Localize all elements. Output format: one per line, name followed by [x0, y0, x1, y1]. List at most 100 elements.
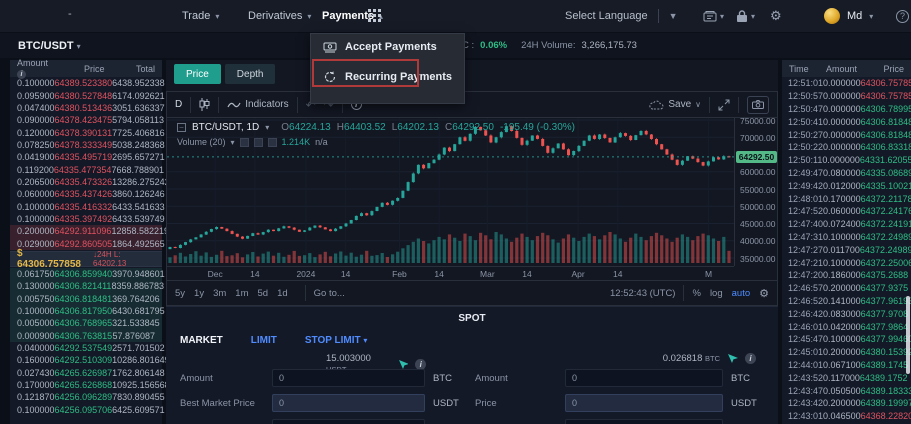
trade-row: 12:43:470.05050064389.183330	[782, 384, 911, 397]
orderbook-bid-row[interactable]: 0.10000064256.0957066425.609571	[10, 404, 162, 416]
logo: -	[68, 8, 72, 20]
range-5y[interactable]: 5y	[175, 288, 185, 299]
settings-icon[interactable]	[254, 138, 263, 147]
orders-menu[interactable]: ▾	[703, 0, 724, 32]
orderbook-ask-row[interactable]: 0.10000064335.3974926433.539749	[10, 213, 162, 225]
orderbook-bid-row[interactable]: 0.16000064292.51030910286.801649	[10, 354, 162, 366]
tab-depth[interactable]: Depth	[225, 64, 276, 84]
menu-item-accept-payments[interactable]: Accept Payments	[311, 34, 464, 60]
screenshot-button[interactable]	[747, 96, 769, 114]
sell-total-input[interactable]	[565, 419, 723, 424]
orderbook-bid-row[interactable]: 0.10000064306.8179506430.681795	[10, 305, 162, 317]
save-layout-button[interactable]: Save ∨	[649, 99, 701, 110]
orderbook-bid-row[interactable]: 0.00500064306.768965321.533845	[10, 317, 162, 329]
current-price-tag: 64292.50	[736, 151, 777, 163]
tab-price[interactable]: Price	[174, 64, 221, 84]
clock[interactable]: 12:52:43 (UTC)	[610, 288, 675, 299]
buy-balance-value: 15.003000	[326, 353, 371, 364]
chevron-down-icon: ▾	[215, 12, 219, 21]
info-icon[interactable]: i	[415, 359, 426, 370]
price-axis[interactable]: 75000.0070000.0060000.0055000.0050000.00…	[734, 118, 778, 266]
orderbook-bid-row[interactable]: 0.13000064306.8214118359.886783	[10, 280, 162, 292]
goto-button[interactable]: Go to...	[314, 288, 345, 299]
orderbook-bid-row[interactable]: 0.00575064306.818481369.764206	[10, 293, 162, 305]
orderbook-ask-row[interactable]: 0.10000064335.4163326433.541633	[10, 200, 162, 212]
info-icon[interactable]: i	[745, 353, 756, 364]
collapse-icon[interactable]: −	[177, 123, 186, 132]
orderbook-ask-row[interactable]: 0.11920064335.4773547668.788901	[10, 163, 162, 175]
orderbook-ask-row[interactable]: 0.09590064380.5278486174.092621	[10, 89, 162, 101]
nav-trade[interactable]: Trade▾	[182, 0, 219, 32]
divider	[683, 285, 684, 301]
tab-limit[interactable]: LIMIT	[251, 335, 277, 346]
buy-amount-input[interactable]	[272, 369, 425, 387]
candle-style-button[interactable]	[199, 98, 210, 111]
percent-scale-button[interactable]: %	[692, 288, 700, 299]
log-scale-button[interactable]: log	[710, 288, 723, 299]
nav-derivatives[interactable]: Derivatives▾	[248, 0, 311, 32]
interval-button[interactable]: D	[175, 99, 182, 110]
orderbook-bid-row[interactable]: 0.02743064265.6269871762.806148	[10, 367, 162, 379]
trade-row: 12:43:010.04650064368.228204	[782, 410, 911, 423]
trade-row: 12:50:410.00000064306.818481	[782, 115, 911, 128]
sell-price-row: Price USDT	[475, 394, 775, 412]
orderbook-ask-row[interactable]: 0.20650064335.47332613286.275242	[10, 176, 162, 188]
time-tick: 2024	[296, 269, 315, 279]
trade-row: 12:45:470.10000064377.994602	[782, 333, 911, 346]
time-axis[interactable]: Dec14202414Feb14Mar14Apr14M	[167, 266, 734, 280]
volume-legend-label[interactable]: Volume (20)	[177, 137, 226, 147]
price-tick: 35000.00	[740, 254, 775, 264]
pair-selector[interactable]: BTC/USDT ▾	[18, 40, 81, 52]
price-tick: 70000.00	[740, 133, 775, 143]
range-1m[interactable]: 1m	[235, 288, 248, 299]
orderbook-bid-row[interactable]: 0.12187064256.0962897830.890455	[10, 391, 162, 403]
chevron-down-icon: ▾	[77, 42, 81, 51]
help-button[interactable]: ?	[896, 0, 909, 32]
menu-item-recurring-payments[interactable]: Recurring Payments	[311, 60, 464, 94]
buy-best-price-input[interactable]	[272, 394, 425, 412]
sell-amount-input[interactable]	[565, 369, 723, 387]
apps-grid-icon[interactable]	[368, 9, 381, 22]
orderbook-ask-row[interactable]: 0.10000064389.5233806438.952338	[10, 77, 162, 89]
orderbook-ask-row[interactable]: 0.12000064378.3901317725.406816	[10, 126, 162, 138]
axis-settings-gear-icon[interactable]: ⚙	[759, 287, 769, 300]
auto-scale-button[interactable]: auto	[732, 288, 751, 299]
chevron-down-icon: ∨	[695, 100, 701, 109]
orderbook-bid-row[interactable]: 0.00090064306.76381557.876087	[10, 330, 162, 342]
trade-row: 12:43:420.20000064389.199979	[782, 397, 911, 410]
time-tick: M	[705, 269, 712, 279]
range-1d[interactable]: 1d	[277, 288, 288, 299]
orderbook-bid-row[interactable]: 0.04000064292.5375492571.701502	[10, 342, 162, 354]
orderbook-ask-row[interactable]: 0.04190064335.4957192695.657271	[10, 151, 162, 163]
range-3m[interactable]: 3m	[213, 288, 226, 299]
sell-price-input[interactable]	[565, 394, 723, 412]
trades-scrollbar-thumb[interactable]	[906, 296, 910, 374]
orderbook-ask-row[interactable]: 0.04740064380.5134363051.636337	[10, 102, 162, 114]
trade-row: 12:50:270.00000064306.818481	[782, 128, 911, 141]
buy-total-input[interactable]	[272, 419, 425, 424]
range-1y[interactable]: 1y	[194, 288, 204, 299]
fullscreen-icon[interactable]	[718, 99, 730, 111]
settings-gear-icon[interactable]: ⚙	[770, 0, 782, 32]
orderbook-ask-row[interactable]: 0.20000064292.91109612858.582219	[10, 225, 162, 237]
user-menu[interactable]: Md ▾	[824, 0, 873, 32]
orderbook-bid-row[interactable]: 0.06175064306.8599403970.948601	[10, 268, 162, 280]
legend-symbol[interactable]: BTC/USDT, 1D	[192, 122, 259, 133]
orderbook-bid-row[interactable]: 0.17000064265.62686810925.156568	[10, 379, 162, 391]
close-icon[interactable]	[268, 138, 277, 147]
sell-amount-row: Amount BTC	[475, 369, 775, 387]
price-tick: 60000.00	[740, 167, 775, 177]
tab-stop-limit[interactable]: STOP LIMIT ▾	[305, 335, 368, 346]
language-selector[interactable]: Select Language ▼	[565, 0, 678, 32]
eye-icon[interactable]	[240, 138, 249, 147]
orderbook-ask-row[interactable]: 0.09000064378.4234755794.058113	[10, 114, 162, 126]
tab-market[interactable]: MARKET	[180, 335, 223, 346]
indicators-button[interactable]: Indicators	[227, 99, 288, 110]
orderbook-ask-row[interactable]: 0.06000064335.4374263860.126246	[10, 188, 162, 200]
range-5d[interactable]: 5d	[258, 288, 269, 299]
security-menu[interactable]: ▾	[736, 0, 755, 32]
time-tick: 14	[250, 269, 259, 279]
orderbook-ask-row[interactable]: 0.07825064378.3333495038.248368	[10, 139, 162, 151]
chart-widget: D Indicators ↶ ↷ i Save	[166, 91, 778, 306]
chevron-down-icon: ▾	[869, 12, 873, 21]
